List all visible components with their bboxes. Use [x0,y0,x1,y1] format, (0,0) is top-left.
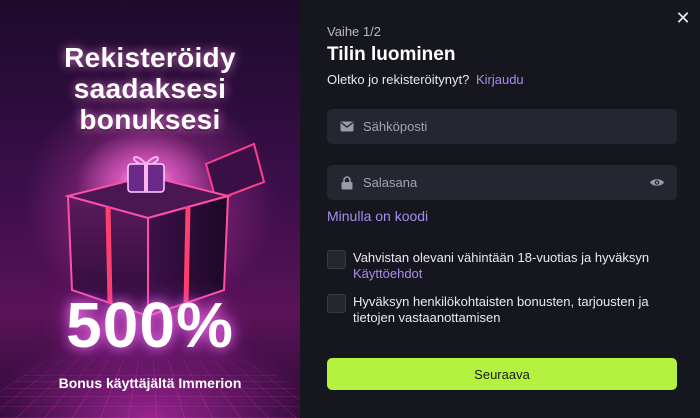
registration-form: Vaihe 1/2 ✕ Tilin luominen Oletko jo rek… [300,0,700,418]
marketing-consent-checkbox[interactable] [327,294,346,313]
page-title: Tilin luominen [327,44,456,65]
promo-code-link[interactable]: Minulla on koodi [327,208,428,224]
bonus-percentage: 500% [66,289,234,361]
next-button[interactable]: Seuraava [327,358,677,390]
marketing-consent-label: Hyväksyn henkilökohtaisten bonusten, tar… [353,294,649,325]
terms-link[interactable]: Käyttöehdot [353,266,422,281]
age-consent-label: Vahvistan olevani vähintään 18-vuotias j… [353,250,649,282]
promo-title: Rekisteröidy saadaksesi bonuksesi [64,42,236,135]
promo-subtitle: Bonus käyttäjältä Immerion [58,375,242,391]
promo-banner: Rekisteröidy saadaksesi bonuksesi 500% B… [0,0,300,418]
step-indicator: Vaihe 1/2 [327,24,381,39]
lock-icon [339,175,355,191]
login-prompt-text: Oletko jo rekisteröitynyt? [327,72,470,87]
password-input[interactable] [363,175,647,190]
login-prompt: Oletko jo rekisteröitynyt? Kirjaudu [327,72,524,87]
age-consent-text: Vahvistan olevani vähintään 18-vuotias j… [353,250,650,265]
close-icon[interactable]: ✕ [672,8,694,30]
mail-icon [339,119,355,135]
age-consent-row: Vahvistan olevani vähintään 18-vuotias j… [327,250,677,282]
email-field[interactable] [327,109,677,144]
eye-icon[interactable] [647,173,667,193]
login-link[interactable]: Kirjaudu [476,72,524,87]
marketing-consent-row: Hyväksyn henkilökohtaisten bonusten, tar… [327,294,677,326]
password-field[interactable] [327,165,677,200]
age-consent-checkbox[interactable] [327,250,346,269]
email-input[interactable] [363,119,677,134]
